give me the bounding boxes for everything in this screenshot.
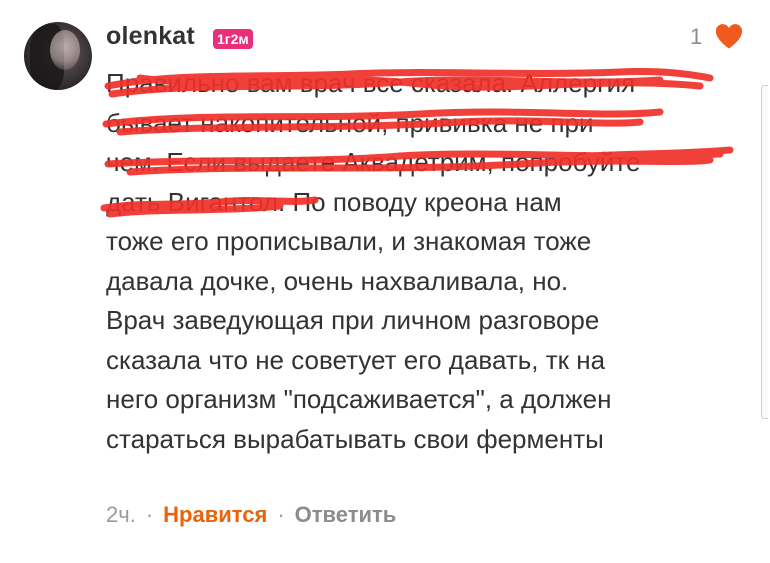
like-button[interactable]: Нравится [163, 502, 267, 527]
user-level-badge: 1г2м [213, 29, 253, 49]
avatar[interactable] [24, 22, 92, 90]
reply-button[interactable]: Ответить [295, 502, 397, 527]
separator-dot: · [277, 502, 285, 527]
comment-line: Врач заведующая при личном разговоре [106, 305, 600, 335]
comment-line: бывает накопительной, прививка не при [106, 107, 594, 138]
heart-icon[interactable] [714, 22, 744, 50]
comment-line: стараться вырабатывать свои ферменты [106, 423, 604, 454]
comment-line: тоже его прописывали, и знакомая тоже [106, 226, 592, 256]
scrollbar[interactable] [761, 85, 768, 419]
comment-line: Правильно вам врач все сказала. Аллергия [106, 68, 636, 98]
like-count: 1 [690, 24, 703, 49]
username[interactable]: olenkat [106, 22, 195, 51]
comment-line: давала дочке, очень нахваливала, но. [106, 265, 569, 296]
separator-dot: · [145, 502, 154, 527]
comment-line: сказала что не советует его давать, тк н… [106, 344, 606, 375]
avatar-face [50, 30, 80, 70]
comment-meta: 2ч. · Нравится · Ответить [106, 501, 396, 529]
comment-line: него организм "подсаживается", а должен [106, 384, 612, 414]
comment-line: дать Вигантол. По поводу креона нам [106, 186, 562, 217]
comment-text: Правильно вам врач все сказала. Аллергия… [106, 64, 746, 459]
comment-line: чем. Если выдаете Аквадетрим, попробуйте [106, 147, 641, 177]
comment-time: 2ч. [106, 502, 136, 527]
